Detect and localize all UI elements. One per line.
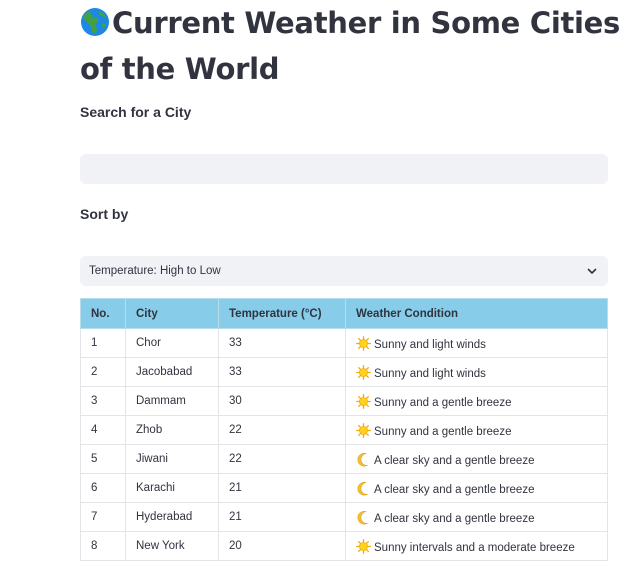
globe-icon xyxy=(80,6,110,48)
table-row: 2 Jacobabad 33 Sunny and light winds xyxy=(80,357,608,387)
cell-temperature: 22 xyxy=(218,415,346,445)
column-header-no[interactable]: No. xyxy=(80,298,126,329)
crescent-moon-icon xyxy=(356,481,371,496)
sort-select[interactable]: Temperature: High to Low xyxy=(80,256,608,286)
weather-condition-text: A clear sky and a gentle breeze xyxy=(374,512,535,525)
table-row: 7 Hyderabad 21 A clear sky and a gentle bre… xyxy=(80,502,608,532)
cell-city: Karachi xyxy=(125,473,219,503)
cell-no: 5 xyxy=(80,444,126,474)
cell-no: 7 xyxy=(80,502,126,532)
table-row: 1 Chor 33 Sunny and light winds xyxy=(80,328,608,358)
sun-icon xyxy=(356,335,371,351)
cell-weather-condition: A clear sky and a gentle breeze xyxy=(345,473,608,503)
weather-condition-text: Sunny and light winds xyxy=(374,367,486,380)
cell-city: New York xyxy=(125,531,219,561)
table-body: 1 Chor 33 Sunny and light winds 2 Jacobabad 33… xyxy=(80,328,608,561)
cell-city: Jacobabad xyxy=(125,357,219,387)
weather-condition-text: A clear sky and a gentle breeze xyxy=(374,454,535,467)
cell-no: 4 xyxy=(80,415,126,445)
weather-app-page: Current Weather in Some Cities of the Wo… xyxy=(0,0,641,561)
weather-condition-text: A clear sky and a gentle breeze xyxy=(374,483,535,496)
crescent-moon-icon xyxy=(356,510,371,525)
cell-temperature: 33 xyxy=(218,357,346,387)
sort-select-value: Temperature: High to Low xyxy=(89,265,221,277)
sun-icon xyxy=(356,422,371,438)
cell-city: Hyderabad xyxy=(125,502,219,532)
table-row: 4 Zhob 22 Sunny and a gentle breeze xyxy=(80,415,608,445)
table-row: 6 Karachi 21 A clear sky and a gentle breez… xyxy=(80,473,608,503)
sort-label: Sort by xyxy=(80,206,129,222)
table-row: 3 Dammam 30 Sunny and a gentle breeze xyxy=(80,386,608,416)
cell-weather-condition: A clear sky and a gentle breeze xyxy=(345,444,608,474)
cell-temperature: 21 xyxy=(218,473,346,503)
page-title-text: Current Weather in Some Cities of the Wo… xyxy=(80,6,621,86)
cell-temperature: 21 xyxy=(218,502,346,532)
cell-weather-condition: Sunny intervals and a moderate breeze xyxy=(345,531,608,561)
cell-temperature: 22 xyxy=(218,444,346,474)
table-row: 8 New York 20 Sunny intervals and a moderat… xyxy=(80,531,608,561)
weather-condition-text: Sunny and a gentle breeze xyxy=(374,396,512,409)
table-header-row: No. City Temperature (°C) Weather Condit… xyxy=(80,298,608,329)
cell-weather-condition: A clear sky and a gentle breeze xyxy=(345,502,608,532)
cell-temperature: 33 xyxy=(218,328,346,358)
cell-no: 2 xyxy=(80,357,126,387)
cell-weather-condition: Sunny and light winds xyxy=(345,328,608,358)
city-search-input[interactable] xyxy=(80,154,608,184)
weather-condition-text: Sunny and light winds xyxy=(374,338,486,351)
column-header-weather-condition[interactable]: Weather Condition xyxy=(345,298,608,329)
cell-weather-condition: Sunny and a gentle breeze xyxy=(345,386,608,416)
sun-icon xyxy=(356,364,371,380)
cell-no: 8 xyxy=(80,531,126,561)
cell-weather-condition: Sunny and light winds xyxy=(345,357,608,387)
cell-weather-condition: Sunny and a gentle breeze xyxy=(345,415,608,445)
cell-temperature: 30 xyxy=(218,386,346,416)
weather-condition-text: Sunny intervals and a moderate breeze xyxy=(374,541,575,554)
cell-city: Jiwani xyxy=(125,444,219,474)
sun-icon xyxy=(356,393,371,409)
cell-no: 6 xyxy=(80,473,126,503)
cell-temperature: 20 xyxy=(218,531,346,561)
column-header-temperature[interactable]: Temperature (°C) xyxy=(218,298,346,329)
cell-no: 1 xyxy=(80,328,126,358)
cell-no: 3 xyxy=(80,386,126,416)
table-row: 5 Jiwani 22 A clear sky and a gentle breeze xyxy=(80,444,608,474)
sun-icon xyxy=(356,538,371,554)
crescent-moon-icon xyxy=(356,452,371,467)
cell-city: Dammam xyxy=(125,386,219,416)
weather-condition-text: Sunny and a gentle breeze xyxy=(374,425,512,438)
chevron-down-icon xyxy=(585,264,599,278)
page-title: Current Weather in Some Cities of the Wo… xyxy=(80,2,620,90)
column-header-city[interactable]: City xyxy=(125,298,219,329)
search-label: Search for a City xyxy=(80,104,192,120)
cell-city: Zhob xyxy=(125,415,219,445)
cell-city: Chor xyxy=(125,328,219,358)
weather-table: No. City Temperature (°C) Weather Condit… xyxy=(80,298,608,561)
